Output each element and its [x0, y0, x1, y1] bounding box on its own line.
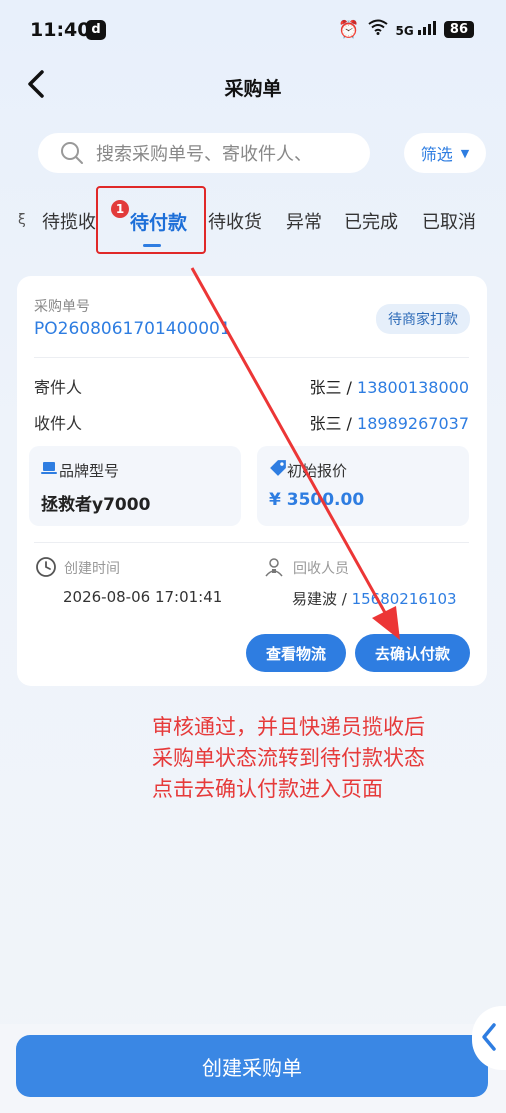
- annotation-line: 审核通过，并且快递员揽收后: [152, 715, 425, 739]
- annotation-highlight-box: [96, 186, 206, 254]
- status-badge: 待商家打款: [376, 304, 470, 334]
- sender-label: 寄件人: [34, 378, 83, 397]
- chevron-left-icon: [482, 1023, 496, 1051]
- price-label: 初始报价: [287, 462, 348, 480]
- laptop-icon: [41, 462, 57, 474]
- tab-completed[interactable]: 已完成: [344, 208, 398, 234]
- tab-pending-pickup[interactable]: 待揽收: [42, 208, 96, 234]
- status-time: 11:40: [30, 19, 91, 41]
- tiktok-icon: d: [86, 20, 106, 40]
- tab-pending-receipt[interactable]: 待收货: [208, 208, 262, 234]
- divider: [34, 357, 469, 358]
- signal-icon: 5G: [396, 21, 436, 38]
- model-value: 拯救者y7000: [41, 495, 151, 515]
- tab-scroll-edge: ξ: [18, 212, 26, 228]
- receiver-name: 张三 /: [309, 414, 358, 433]
- clock-icon: [36, 557, 56, 577]
- filter-label: 筛选: [420, 145, 453, 164]
- created-value: 2026-08-06 17:01:41: [63, 588, 223, 606]
- annotation-line: 点击去确认付款进入页面: [152, 777, 383, 801]
- order-no-label: 采购单号: [34, 299, 90, 315]
- alarm-icon: ⏰: [338, 19, 360, 40]
- price-box: 初始报价 ¥ 3500.00: [257, 446, 469, 526]
- confirm-payment-button[interactable]: 去确认付款: [355, 634, 470, 672]
- tab-exception[interactable]: 异常: [286, 208, 322, 234]
- create-order-button[interactable]: 创建采购单: [16, 1035, 488, 1097]
- status-tabs: ξ 待揽收 待付款 待收货 异常 已完成 已取消: [0, 200, 506, 250]
- signal-label: 5G: [395, 24, 414, 38]
- created-label: 创建时间: [64, 561, 120, 577]
- collector-value: 易建波 / 15680216103: [292, 588, 457, 609]
- search-placeholder: 搜索采购单号、寄收件人、: [96, 144, 312, 165]
- screen: 11:40 d ⏰ 5G 86 采购单 搜索采购单号、寄收件人、 筛选 ▼ ξ …: [0, 0, 506, 1113]
- sender-name: 张三 /: [309, 378, 358, 397]
- price-tag-icon: [270, 460, 286, 476]
- courier-icon: [265, 558, 283, 577]
- status-bar: 11:40 d ⏰ 5G 86: [0, 0, 506, 60]
- price-value: ¥ 3500.00: [269, 490, 365, 510]
- receiver-label: 收件人: [34, 414, 83, 433]
- annotation-text: 审核通过，并且快递员揽收后 采购单状态流转到待付款状态 点击去确认付款进入页面: [152, 712, 425, 805]
- page-title: 采购单: [224, 78, 282, 100]
- collector-phone[interactable]: 15680216103: [352, 590, 457, 608]
- search-icon: [61, 142, 83, 164]
- order-card[interactable]: 采购单号 PO2608061701400001 待商家打款 寄件人 张三 / 1…: [17, 276, 487, 686]
- receiver-phone[interactable]: 18989267037: [357, 414, 469, 433]
- caret-down-icon: ▼: [460, 146, 470, 160]
- search-input[interactable]: 搜索采购单号、寄收件人、: [38, 133, 370, 173]
- divider: [34, 542, 469, 543]
- wifi-icon: [367, 19, 388, 40]
- order-number: PO2608061701400001: [34, 319, 231, 339]
- tab-cancelled[interactable]: 已取消: [422, 208, 476, 234]
- filter-button[interactable]: 筛选 ▼: [404, 133, 486, 173]
- status-icons: ⏰ 5G 86: [338, 19, 474, 40]
- model-label: 品牌型号: [59, 462, 120, 480]
- sender-value: 张三 / 13800138000: [309, 374, 469, 398]
- sender-phone[interactable]: 13800138000: [357, 378, 469, 397]
- receiver-value: 张三 / 18989267037: [309, 410, 469, 434]
- collector-label: 回收人员: [293, 561, 349, 577]
- annotation-line: 采购单状态流转到待付款状态: [152, 746, 425, 770]
- view-logistics-button[interactable]: 查看物流: [246, 634, 346, 672]
- battery-icon: 86: [443, 21, 474, 38]
- model-box: 品牌型号 拯救者y7000: [29, 446, 241, 526]
- collector-name: 易建波 /: [292, 590, 352, 608]
